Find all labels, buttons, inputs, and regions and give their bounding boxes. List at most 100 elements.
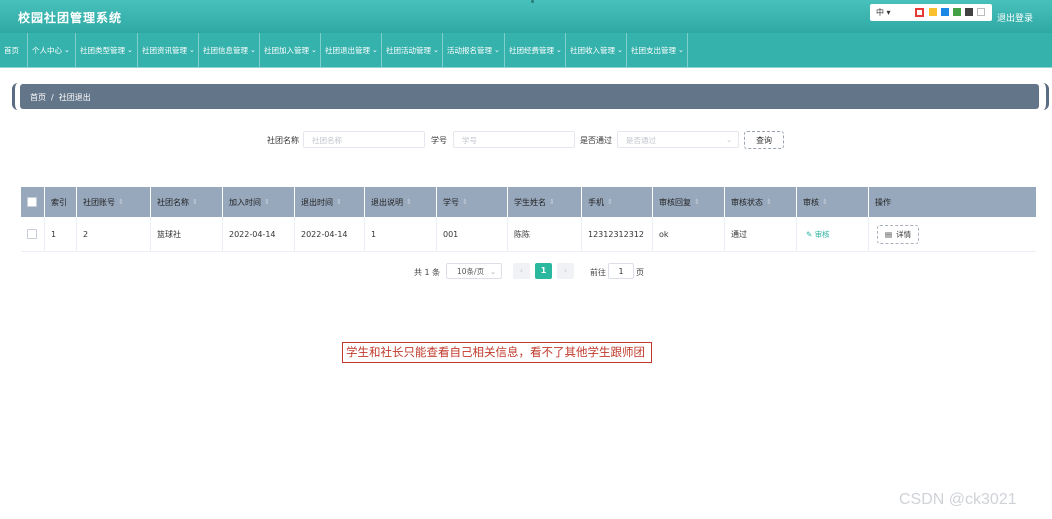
col-status[interactable]: 审核状态 ⇕ bbox=[725, 187, 797, 217]
sort-icon: ⇕ bbox=[118, 198, 124, 206]
col-reply[interactable]: 审核回复 ⇕ bbox=[653, 187, 725, 217]
nav-item-home[interactable]: 首页 bbox=[0, 33, 28, 67]
chevron-down-icon: ⌄ bbox=[726, 136, 732, 144]
chevron-left-icon: ‹ bbox=[519, 266, 524, 275]
chevron-down-icon: ⌄ bbox=[127, 46, 133, 54]
cell-exit-time: 2022-04-14 bbox=[295, 217, 365, 251]
cell-status: 通过 bbox=[725, 217, 797, 251]
app-title: 校园社团管理系统 bbox=[18, 11, 123, 25]
top-header: 校园社团管理系统 中 ▾ 退出登录 bbox=[0, 0, 1052, 33]
nav-item-activity-signup[interactable]: 活动报名管理 ⌄ bbox=[443, 33, 505, 67]
exit-table: 索引 社团账号 ⇕ 社团名称 ⇕ 加入时间 ⇕ 退出时间 ⇕ 退出说明 ⇕ 学号 ⇕ 学生姓… bbox=[21, 187, 1036, 252]
theme-swatch-red[interactable] bbox=[915, 8, 924, 17]
club-name-input[interactable]: 社团名称 bbox=[303, 131, 425, 148]
breadcrumb: 首页 / 社团退出 bbox=[20, 84, 1039, 109]
page-unit-label: 页 bbox=[636, 268, 644, 277]
chevron-right-icon: › bbox=[563, 266, 568, 275]
theme-swatch-white[interactable] bbox=[977, 8, 985, 16]
nav-item-club-info[interactable]: 社团信息管理 ⌄ bbox=[199, 33, 260, 67]
chevron-down-icon: ⌄ bbox=[490, 268, 496, 276]
col-student-id[interactable]: 学号 ⇕ bbox=[437, 187, 508, 217]
col-index: 索引 bbox=[45, 187, 77, 217]
cell-student-name: 陈陈 bbox=[508, 217, 582, 251]
sort-icon: ⇕ bbox=[406, 198, 412, 206]
chevron-down-icon: ⌄ bbox=[617, 46, 623, 54]
cell-phone: 12312312312 bbox=[582, 217, 653, 251]
annotation-note: 学生和社长只能查看自己相关信息，看不了其他学生跟师团 bbox=[342, 342, 652, 363]
col-student-name[interactable]: 学生姓名 ⇕ bbox=[508, 187, 582, 217]
edit-icon: ✎ bbox=[806, 229, 813, 239]
sort-icon: ⇕ bbox=[694, 198, 700, 206]
chevron-down-icon: ⌄ bbox=[311, 46, 317, 54]
breadcrumb-frame: 首页 / 社团退出 bbox=[12, 83, 1049, 110]
sort-icon: ⇕ bbox=[192, 198, 198, 206]
theme-swatch-blue[interactable] bbox=[941, 8, 949, 16]
nav-item-club-exit[interactable]: 社团退出管理 ⌄ bbox=[321, 33, 382, 67]
query-button[interactable]: 查询 bbox=[744, 131, 784, 149]
logout-link[interactable]: 退出登录 bbox=[997, 11, 1033, 24]
chevron-down-icon: ⌄ bbox=[494, 46, 500, 54]
chevron-down-icon: ⌄ bbox=[372, 46, 378, 54]
nav-item-club-type[interactable]: 社团类型管理 ⌄ bbox=[76, 33, 138, 67]
sort-icon: ⇕ bbox=[264, 198, 270, 206]
cell-club-account: 2 bbox=[77, 217, 151, 251]
col-actions: 操作 bbox=[875, 197, 891, 207]
approved-select[interactable]: 是否通过 ⌄ bbox=[617, 131, 739, 148]
watermark: CSDN @ck3021 bbox=[899, 491, 1017, 508]
top-dot bbox=[531, 0, 534, 3]
col-exit-time[interactable]: 退出时间 ⇕ bbox=[295, 187, 365, 217]
prev-page-button[interactable]: ‹ bbox=[513, 263, 530, 279]
sort-icon: ⇕ bbox=[822, 198, 828, 206]
theme-language-box: 中 ▾ bbox=[870, 4, 992, 21]
cell-index: 1 bbox=[45, 217, 77, 251]
sort-icon: ⇕ bbox=[549, 198, 555, 206]
breadcrumb-home[interactable]: 首页 bbox=[30, 93, 46, 102]
nav-item-club-expense[interactable]: 社团支出管理 ⌄ bbox=[627, 33, 688, 67]
approved-label: 是否通过 bbox=[580, 136, 612, 145]
breadcrumb-current: 社团退出 bbox=[58, 93, 91, 102]
sort-icon: ⇕ bbox=[462, 198, 468, 206]
nav-item-club-funds[interactable]: 社团经费管理 ⌄ bbox=[505, 33, 566, 67]
theme-swatch-dark[interactable] bbox=[965, 8, 973, 16]
theme-swatch-green[interactable] bbox=[953, 8, 961, 16]
cell-join-time: 2022-04-14 bbox=[223, 217, 295, 251]
language-select[interactable]: 中 ▾ bbox=[876, 6, 891, 19]
row-checkbox[interactable] bbox=[27, 229, 37, 239]
next-page-button[interactable]: › bbox=[557, 263, 574, 279]
student-id-label: 学号 bbox=[431, 136, 447, 145]
col-audit[interactable]: 审核 ⇕ bbox=[797, 187, 869, 217]
audit-link[interactable]: ✎ 审核 bbox=[806, 229, 830, 240]
col-join-time[interactable]: 加入时间 ⇕ bbox=[223, 187, 295, 217]
nav-item-profile[interactable]: 个人中心 ⌄ bbox=[28, 33, 76, 67]
goto-label: 前往 bbox=[590, 268, 606, 277]
chevron-down-icon: ⌄ bbox=[189, 46, 195, 54]
select-all-checkbox[interactable] bbox=[27, 197, 37, 207]
sort-icon: ⇕ bbox=[766, 198, 772, 206]
sort-icon: ⇕ bbox=[336, 198, 342, 206]
chevron-down-icon: ⌄ bbox=[556, 46, 562, 54]
col-phone[interactable]: 手机 ⇕ bbox=[582, 187, 653, 217]
club-name-label: 社团名称 bbox=[267, 136, 299, 145]
main-nav: 首页 个人中心 ⌄ 社团类型管理 ⌄ 社团资讯管理 ⌄ 社团信息管理 ⌄ 社团加入管理 ⌄… bbox=[0, 33, 1052, 68]
chevron-down-icon: ⌄ bbox=[433, 46, 439, 54]
col-club-account[interactable]: 社团账号 ⇕ bbox=[77, 187, 151, 217]
nav-item-club-activity[interactable]: 社团活动管理 ⌄ bbox=[382, 33, 443, 67]
document-icon: ▤ bbox=[885, 229, 893, 239]
nav-item-club-join[interactable]: 社团加入管理 ⌄ bbox=[260, 33, 321, 67]
cell-reply: ok bbox=[653, 217, 725, 251]
table-row: 1 2 篮球社 2022-04-14 2022-04-14 1 001 陈陈 1… bbox=[21, 217, 1036, 252]
cell-exit-note: 1 bbox=[365, 217, 437, 251]
student-id-input[interactable]: 学号 bbox=[453, 131, 575, 148]
col-club-name[interactable]: 社团名称 ⇕ bbox=[151, 187, 223, 217]
theme-swatch-yellow[interactable] bbox=[929, 8, 937, 16]
nav-item-club-income[interactable]: 社团收入管理 ⌄ bbox=[566, 33, 627, 67]
page-size-select[interactable]: 10条/页 ⌄ bbox=[446, 263, 502, 279]
chevron-down-icon: ⌄ bbox=[64, 46, 70, 54]
detail-button[interactable]: ▤ 详情 bbox=[877, 224, 920, 244]
goto-page-input[interactable]: 1 bbox=[608, 263, 634, 279]
chevron-down-icon: ⌄ bbox=[250, 46, 256, 54]
table-header: 索引 社团账号 ⇕ 社团名称 ⇕ 加入时间 ⇕ 退出时间 ⇕ 退出说明 ⇕ 学号 ⇕ 学生姓… bbox=[21, 187, 1036, 217]
col-exit-note[interactable]: 退出说明 ⇕ bbox=[365, 187, 437, 217]
nav-item-club-news[interactable]: 社团资讯管理 ⌄ bbox=[138, 33, 199, 67]
page-number-button[interactable]: 1 bbox=[535, 263, 552, 279]
